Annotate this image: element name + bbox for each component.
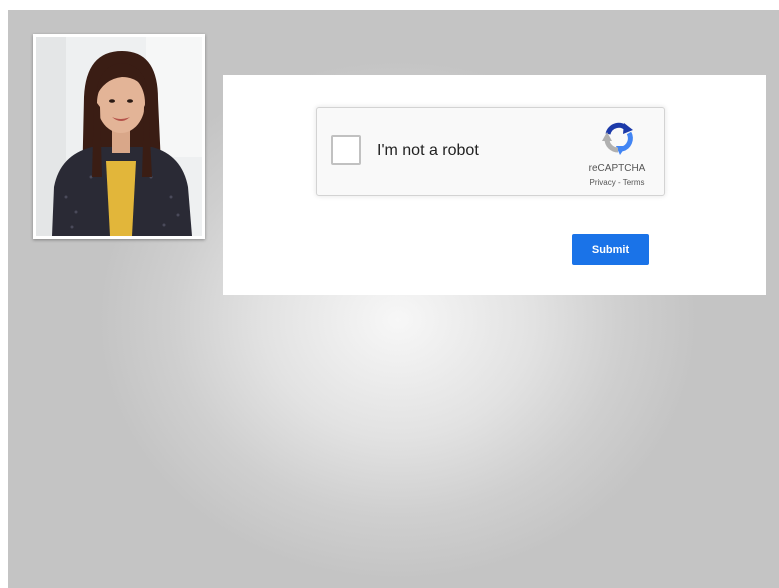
presenter-photo [36,37,202,236]
not-a-robot-checkbox[interactable] [331,135,361,165]
links-separator: - [615,178,623,187]
submit-button[interactable]: Submit [572,234,649,265]
recaptcha-widget: I'm not a robot reCAPTCHA Privacy - Term… [316,107,665,196]
recaptcha-links: Privacy - Terms [575,178,659,187]
presenter-photo-frame [33,34,205,239]
privacy-link[interactable]: Privacy [590,178,616,187]
recaptcha-logo-icon [602,122,633,155]
recaptcha-brand-text: reCAPTCHA [588,163,646,174]
not-a-robot-label: I'm not a robot [377,142,479,159]
terms-link[interactable]: Terms [623,178,645,187]
